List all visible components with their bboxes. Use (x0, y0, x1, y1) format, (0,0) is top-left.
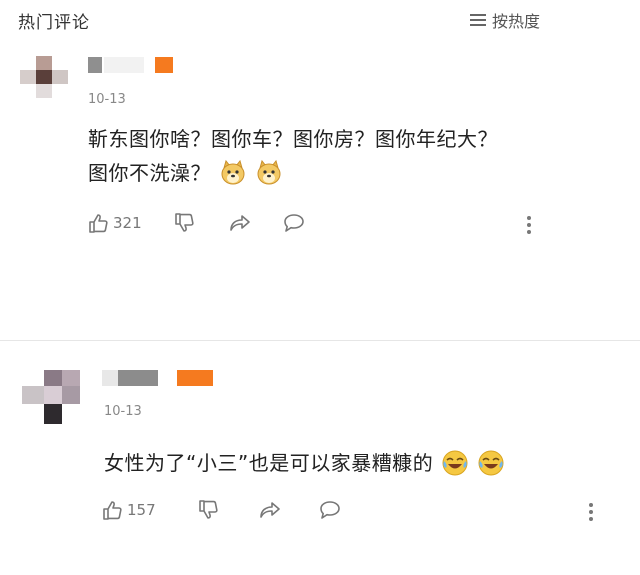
menu-lines-icon (469, 14, 486, 26)
username-redacted[interactable] (118, 370, 158, 386)
comment-date: 10-13 (104, 404, 142, 419)
share-arrow-icon (230, 215, 250, 231)
comment-text: 女性为了“小三”也是可以家暴糟糠的 (104, 446, 624, 480)
avatar[interactable] (20, 52, 74, 106)
share-button[interactable] (228, 212, 282, 234)
comment-text-line: 女性为了“小三”也是可以家暴糟糠的 (104, 451, 434, 475)
more-options-icon[interactable] (588, 501, 594, 523)
like-button[interactable]: 157 (102, 499, 198, 521)
comment-text-line: 靳东图你啥？图你车？图你房？图你年纪大？ (88, 127, 498, 151)
doge-emoji (219, 159, 247, 187)
comment-actions: 157 (102, 499, 342, 521)
thumbs-up-icon (103, 501, 122, 520)
like-button[interactable]: 321 (88, 212, 174, 234)
username-redacted (102, 370, 118, 386)
share-button[interactable] (258, 499, 318, 521)
share-arrow-icon (260, 502, 280, 518)
username-redacted (104, 57, 144, 73)
username-redacted[interactable] (88, 57, 102, 73)
like-count: 157 (127, 501, 156, 519)
dislike-button[interactable] (174, 212, 228, 234)
thumbs-up-icon (89, 214, 108, 233)
reply-button[interactable] (318, 499, 342, 521)
thumbs-down-icon (199, 500, 218, 519)
crying-laughing-emoji (477, 449, 505, 477)
comment-bubble-icon (284, 214, 304, 232)
like-count: 321 (113, 214, 142, 232)
more-options-icon[interactable] (526, 214, 532, 236)
comment-date: 10-13 (88, 92, 126, 107)
thumbs-down-icon (175, 213, 194, 232)
section-title: 热门评论 (18, 13, 90, 33)
doge-emoji (255, 159, 283, 187)
sort-label: 按热度 (491, 12, 540, 31)
reply-button[interactable] (282, 212, 306, 234)
comment-text-line: 图你不洗澡？ (88, 161, 211, 185)
divider (0, 340, 640, 341)
sort-by-popularity-button[interactable]: 按热度 (469, 8, 540, 32)
comment-actions: 321 (88, 212, 306, 234)
avatar[interactable] (22, 370, 80, 428)
dislike-button[interactable] (198, 499, 258, 521)
comment-text: 靳东图你啥？图你车？图你房？图你年纪大？ 图你不洗澡？ (88, 122, 618, 190)
user-level-badge (155, 57, 173, 73)
crying-laughing-emoji (441, 449, 469, 477)
comment-bubble-icon (320, 501, 340, 519)
user-level-badge (177, 370, 213, 386)
